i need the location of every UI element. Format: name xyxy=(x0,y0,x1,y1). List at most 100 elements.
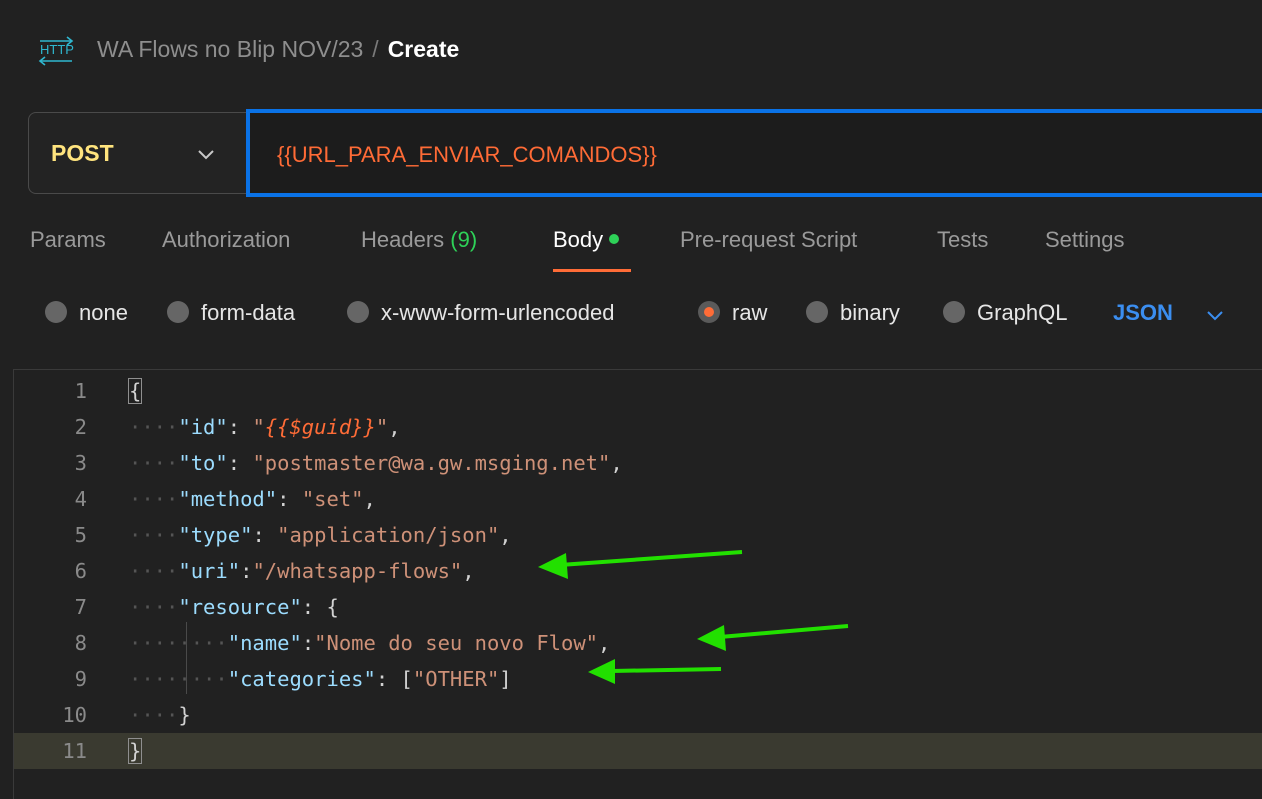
http-icon: HTTP xyxy=(38,36,74,66)
breadcrumb-collection[interactable]: WA Flows no Blip NOV/23 xyxy=(97,36,363,62)
code-token-str: "set" xyxy=(301,487,364,511)
radio-label: none xyxy=(79,300,128,325)
request-tabs: Params Authorization Headers (9) Body Pr… xyxy=(0,222,1262,272)
code-line[interactable]: 6 ····"uri":"/whatsapp-flows", xyxy=(14,553,1262,589)
code-token-punct: , xyxy=(462,559,475,583)
line-number: 6 xyxy=(74,559,87,583)
whitespace-markers: ···· xyxy=(129,595,179,619)
active-tab-indicator xyxy=(553,269,631,272)
code-editor[interactable]: 1{2 ····"id": "{{$guid}}", 3 ····"to": "pos… xyxy=(13,369,1262,799)
code-token-punct: ] xyxy=(499,667,512,691)
code-token-punct: : [ xyxy=(375,667,413,691)
code-content: ····"type": "application/json", xyxy=(129,517,512,553)
code-content: ····"to": "postmaster@wa.gw.msging.net", xyxy=(129,445,623,481)
code-token-str: " xyxy=(375,415,389,439)
radio-label: raw xyxy=(732,300,768,325)
code-content: ····"resource": { xyxy=(129,589,339,625)
code-token-str: "application/json" xyxy=(277,523,500,547)
code-line[interactable]: 2 ····"id": "{{$guid}}", xyxy=(14,409,1262,445)
whitespace-markers: ···· xyxy=(129,487,179,511)
code-token-key: "resource" xyxy=(178,595,302,619)
code-content: ········"categories": ["OTHER"] xyxy=(129,661,512,697)
line-number: 5 xyxy=(74,523,87,547)
code-line[interactable]: 8 ········"name":"Nome do seu novo Flow", xyxy=(14,625,1262,661)
code-token-key: "method" xyxy=(178,487,278,511)
request-header: HTTP WA Flows no Blip NOV/23 / Create xyxy=(0,0,1262,100)
code-line[interactable]: 5 ····"type": "application/json", xyxy=(14,517,1262,553)
chevron-down-icon[interactable] xyxy=(1205,305,1225,325)
code-token-punct: , xyxy=(598,631,611,655)
code-content: ····"id": "{{$guid}}", xyxy=(129,409,401,445)
whitespace-markers: ···· xyxy=(129,703,179,727)
tab-label: Tests xyxy=(937,227,989,252)
line-number: 10 xyxy=(62,703,87,727)
code-line[interactable]: 3 ····"to": "postmaster@wa.gw.msging.net"… xyxy=(14,445,1262,481)
code-token-punct: } xyxy=(127,738,143,764)
line-number: 1 xyxy=(74,379,87,403)
method-select[interactable]: POST xyxy=(28,112,246,194)
tab-pre-request-script[interactable]: Pre-request Script xyxy=(680,227,857,253)
code-line[interactable]: 4 ····"method": "set", xyxy=(14,481,1262,517)
code-token-key: "name" xyxy=(227,631,302,655)
code-token-key: "to" xyxy=(178,451,228,475)
code-token-punct: : { xyxy=(301,595,339,619)
code-content: ····"method": "set", xyxy=(129,481,376,517)
whitespace-markers: ········ xyxy=(129,667,228,691)
code-content: ····"uri":"/whatsapp-flows", xyxy=(129,553,475,589)
whitespace-markers: ···· xyxy=(129,559,179,583)
request-name[interactable]: Create xyxy=(388,36,460,62)
tab-authorization[interactable]: Authorization xyxy=(162,227,290,253)
body-type-options: none form-data x-www-form-urlencoded raw… xyxy=(0,290,1262,336)
line-number: 2 xyxy=(74,415,87,439)
line-number: 11 xyxy=(62,739,87,763)
tab-tests[interactable]: Tests xyxy=(937,227,988,253)
line-number: 3 xyxy=(74,451,87,475)
code-token-str: "postmaster@wa.gw.msging.net" xyxy=(252,451,611,475)
code-token-key: "id" xyxy=(178,415,228,439)
line-number: 7 xyxy=(74,595,87,619)
code-token-str: "OTHER" xyxy=(412,667,500,691)
radio-circle xyxy=(943,301,965,323)
tab-headers[interactable]: Headers (9) xyxy=(361,227,477,253)
whitespace-markers: ···· xyxy=(129,415,179,439)
code-token-punct: : xyxy=(277,487,302,511)
radio-label: binary xyxy=(840,300,900,325)
code-token-punct: } xyxy=(178,703,191,727)
code-line[interactable]: 7 ····"resource": { xyxy=(14,589,1262,625)
format-select[interactable]: JSON xyxy=(1113,300,1173,326)
code-token-key: "categories" xyxy=(227,667,376,691)
radio-label: x-www-form-urlencoded xyxy=(381,300,615,325)
line-number: 4 xyxy=(74,487,87,511)
code-line[interactable]: 11} xyxy=(14,733,1262,769)
code-content: } xyxy=(127,733,143,769)
code-token-punct: : xyxy=(240,559,253,583)
radio-circle-selected xyxy=(698,301,720,323)
headers-count-badge: (9) xyxy=(450,227,478,252)
url-value: {{URL_PARA_ENVIAR_COMANDOS}} xyxy=(277,142,657,167)
postman-request-editor: HTTP WA Flows no Blip NOV/23 / Create POST… xyxy=(0,0,1262,799)
tab-params[interactable]: Params xyxy=(30,227,106,253)
body-status-dot xyxy=(609,234,620,244)
code-content: ········"name":"Nome do seu novo Flow", xyxy=(129,625,610,661)
code-line[interactable]: 1{ xyxy=(14,373,1262,409)
code-token-key: "uri" xyxy=(178,559,241,583)
code-token-str: "/whatsapp-flows" xyxy=(252,559,463,583)
code-line[interactable]: 10 ····} xyxy=(14,697,1262,733)
tab-label: Authorization xyxy=(162,227,291,252)
radio-label: form-data xyxy=(201,300,296,325)
url-input[interactable]: {{URL_PARA_ENVIAR_COMANDOS}} xyxy=(246,109,1262,197)
code-token-var: {{$guid}} xyxy=(264,415,376,439)
code-token-punct: : xyxy=(252,523,278,547)
code-token-key: "type" xyxy=(178,523,253,547)
breadcrumb: WA Flows no Blip NOV/23 / Create xyxy=(97,34,459,64)
line-number: 8 xyxy=(74,631,87,655)
chevron-down-icon xyxy=(198,150,214,160)
tab-label: Headers xyxy=(361,227,445,252)
code-line[interactable]: 9 ········"categories": ["OTHER"] xyxy=(14,661,1262,697)
code-token-str: "Nome do seu novo Flow" xyxy=(314,631,599,655)
code-token-punct: : xyxy=(227,415,253,439)
radio-circle xyxy=(45,301,67,323)
tab-settings[interactable]: Settings xyxy=(1045,227,1125,253)
tab-body[interactable]: Body xyxy=(553,227,620,253)
whitespace-markers: ···· xyxy=(129,451,179,475)
